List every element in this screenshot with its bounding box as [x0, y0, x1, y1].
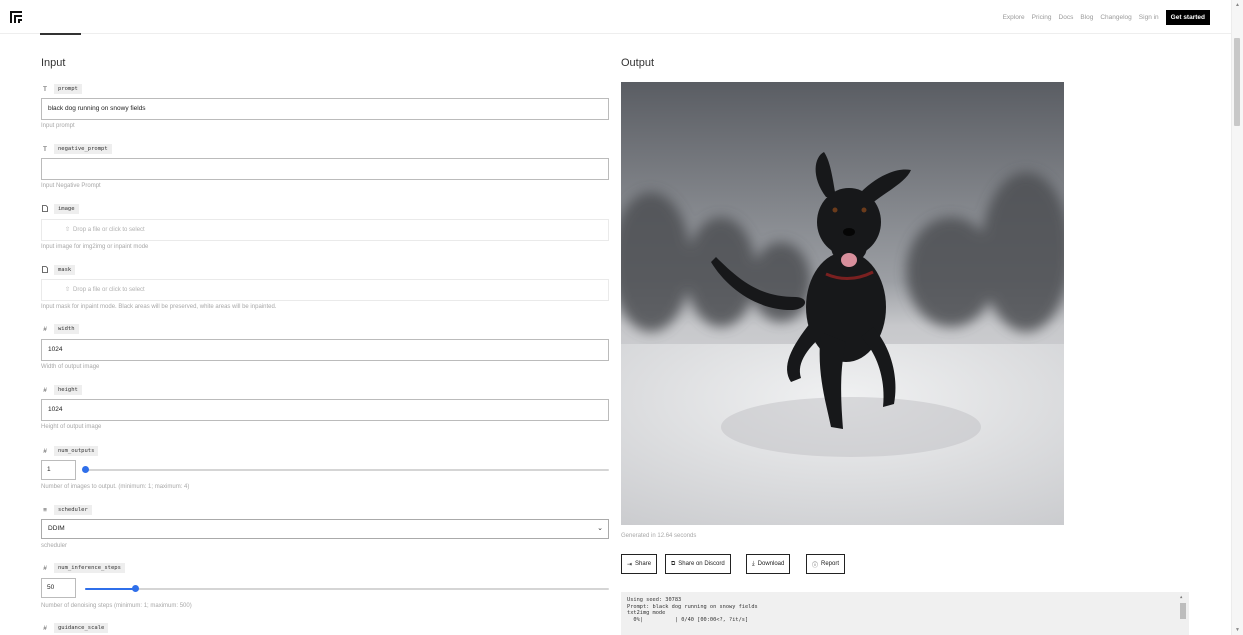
num-inference-steps-help: Number of denoising steps (minimum: 1; m… [41, 603, 192, 609]
download-icon: ⤓ [752, 560, 755, 567]
nav-changelog[interactable]: Changelog [1100, 14, 1131, 21]
report-label: Report [821, 561, 840, 567]
report-button[interactable]: ⓘ Report [806, 554, 846, 574]
text-type-icon: T [43, 145, 47, 153]
num-outputs-help: Number of images to output. (minimum: 1;… [41, 484, 190, 490]
mask-dropzone-text: Drop a file or click to select [73, 287, 145, 293]
guidance-scale-label: # guidance_scale [41, 623, 109, 633]
download-label: Download [757, 561, 785, 567]
file-icon [41, 265, 49, 275]
scheduler-selected-value: DDIM [48, 525, 65, 532]
height-label-text: height [54, 385, 82, 395]
get-started-button[interactable]: Get started [1165, 10, 1210, 25]
num-outputs-label: # num_outputs [41, 446, 99, 456]
share-icon: ⇥ [627, 561, 633, 568]
log-line: Using seed: 30783 [627, 597, 682, 603]
page-scrollbar[interactable]: ▲ ▼ [1231, 0, 1243, 635]
mask-label-text: mask [54, 265, 76, 275]
height-input[interactable]: 1024 [41, 399, 609, 421]
prompt-label-text: prompt [54, 84, 82, 94]
width-label: # width [41, 324, 79, 334]
mask-dropzone[interactable]: ⇧ Drop a file or click to select [41, 279, 609, 301]
scroll-up-icon[interactable]: ▲ [1235, 2, 1240, 8]
chevron-down-icon: ⌄ [597, 525, 603, 532]
active-tab-indicator [40, 33, 81, 35]
scheduler-label: ≡ scheduler [41, 505, 92, 515]
input-title: Input [41, 57, 66, 69]
share-button-label: Share [635, 561, 652, 567]
log-output[interactable]: Using seed: 30783 Prompt: black dog runn… [621, 592, 1189, 635]
negative-prompt-label: T negative_prompt [41, 144, 112, 154]
num-inference-steps-slider-fill [85, 588, 135, 590]
width-help: Width of output image [41, 364, 100, 370]
text-type-icon: T [43, 85, 47, 93]
generated-time: Generated in 12.64 seconds [621, 533, 697, 539]
num-outputs-input[interactable]: 1 [41, 460, 76, 480]
list-icon: ≡ [43, 506, 47, 514]
log-line: txt2img mode [627, 610, 666, 617]
number-type-icon: # [43, 386, 47, 394]
num-inference-steps-slider-thumb[interactable] [132, 585, 139, 592]
file-icon [41, 204, 49, 214]
output-image[interactable] [621, 82, 1064, 525]
nav-blog[interactable]: Blog [1080, 14, 1093, 21]
log-line: 0%| | 0/40 [00:00<?, ?it/s] [627, 616, 749, 623]
upload-icon: ⇧ [65, 227, 71, 233]
log-scrollbar[interactable]: ▲ [1179, 594, 1187, 633]
negative-prompt-input[interactable] [41, 158, 609, 180]
num-inference-steps-slider-track[interactable] [85, 588, 609, 590]
height-label: # height [41, 385, 82, 395]
copy-icon: ⧉ [671, 560, 676, 567]
share-button[interactable]: ⇥ Share [621, 554, 658, 574]
prompt-label: T prompt [41, 84, 82, 94]
scroll-down-icon[interactable]: ▼ [1235, 627, 1240, 633]
nav-sign-in[interactable]: Sign in [1139, 14, 1159, 21]
image-label-text: image [54, 204, 79, 214]
share-on-discord-label: Share on Discord [678, 561, 725, 567]
prompt-input[interactable]: black dog running on snowy fields [41, 98, 609, 120]
width-input[interactable]: 1024 [41, 339, 609, 361]
scroll-up-icon[interactable]: ▲ [1180, 594, 1182, 601]
download-button[interactable]: ⤓ Download [746, 554, 791, 574]
nav-links: Explore Pricing Docs Blog Changelog Sign… [1003, 10, 1210, 25]
num-inference-steps-label-text: num_inference_steps [54, 563, 125, 573]
num-outputs-slider-thumb[interactable] [82, 466, 89, 473]
height-help: Height of output image [41, 424, 102, 430]
mask-label: mask [41, 265, 76, 275]
nav-pricing[interactable]: Pricing [1032, 14, 1052, 21]
prompt-help: Input prompt [41, 123, 75, 129]
log-line: Prompt: black dog running on snowy field… [627, 603, 758, 610]
number-type-icon: # [43, 624, 47, 632]
scheduler-help: scheduler [41, 543, 68, 549]
scheduler-label-text: scheduler [54, 505, 92, 515]
page-scroll-thumb[interactable] [1234, 38, 1240, 126]
width-label-text: width [54, 324, 79, 334]
image-label: image [41, 204, 79, 214]
number-type-icon: # [43, 325, 47, 333]
number-type-icon: # [43, 564, 47, 572]
upload-icon: ⇧ [65, 287, 71, 293]
image-dropzone-text: Drop a file or click to select [73, 227, 145, 233]
nav-docs[interactable]: Docs [1059, 14, 1074, 21]
image-help: Input image for img2img or inpaint mode [41, 244, 149, 250]
alert-circle-icon: ⓘ [812, 562, 819, 569]
negative-prompt-help: Input Negative Prompt [41, 183, 101, 189]
number-type-icon: # [43, 447, 47, 455]
guidance-scale-label-text: guidance_scale [54, 623, 109, 633]
num-outputs-label-text: num_outputs [54, 446, 99, 456]
num-inference-steps-label: # num_inference_steps [41, 563, 125, 573]
log-scroll-thumb[interactable] [1180, 603, 1186, 619]
image-dropzone[interactable]: ⇧ Drop a file or click to select [41, 219, 609, 241]
scheduler-select[interactable]: DDIM ⌄ [41, 519, 609, 539]
nav-explore[interactable]: Explore [1003, 14, 1025, 21]
mask-help: Input mask for inpaint mode. Black areas… [41, 304, 277, 310]
num-inference-steps-input[interactable]: 50 [41, 578, 76, 598]
num-outputs-slider-track[interactable] [85, 469, 609, 471]
top-navbar: Explore Pricing Docs Blog Changelog Sign… [0, 0, 1232, 34]
share-on-discord-button[interactable]: ⧉ Share on Discord [665, 554, 731, 574]
negative-prompt-label-text: negative_prompt [54, 144, 112, 154]
output-title: Output [621, 57, 655, 69]
logo-icon[interactable] [10, 11, 22, 23]
